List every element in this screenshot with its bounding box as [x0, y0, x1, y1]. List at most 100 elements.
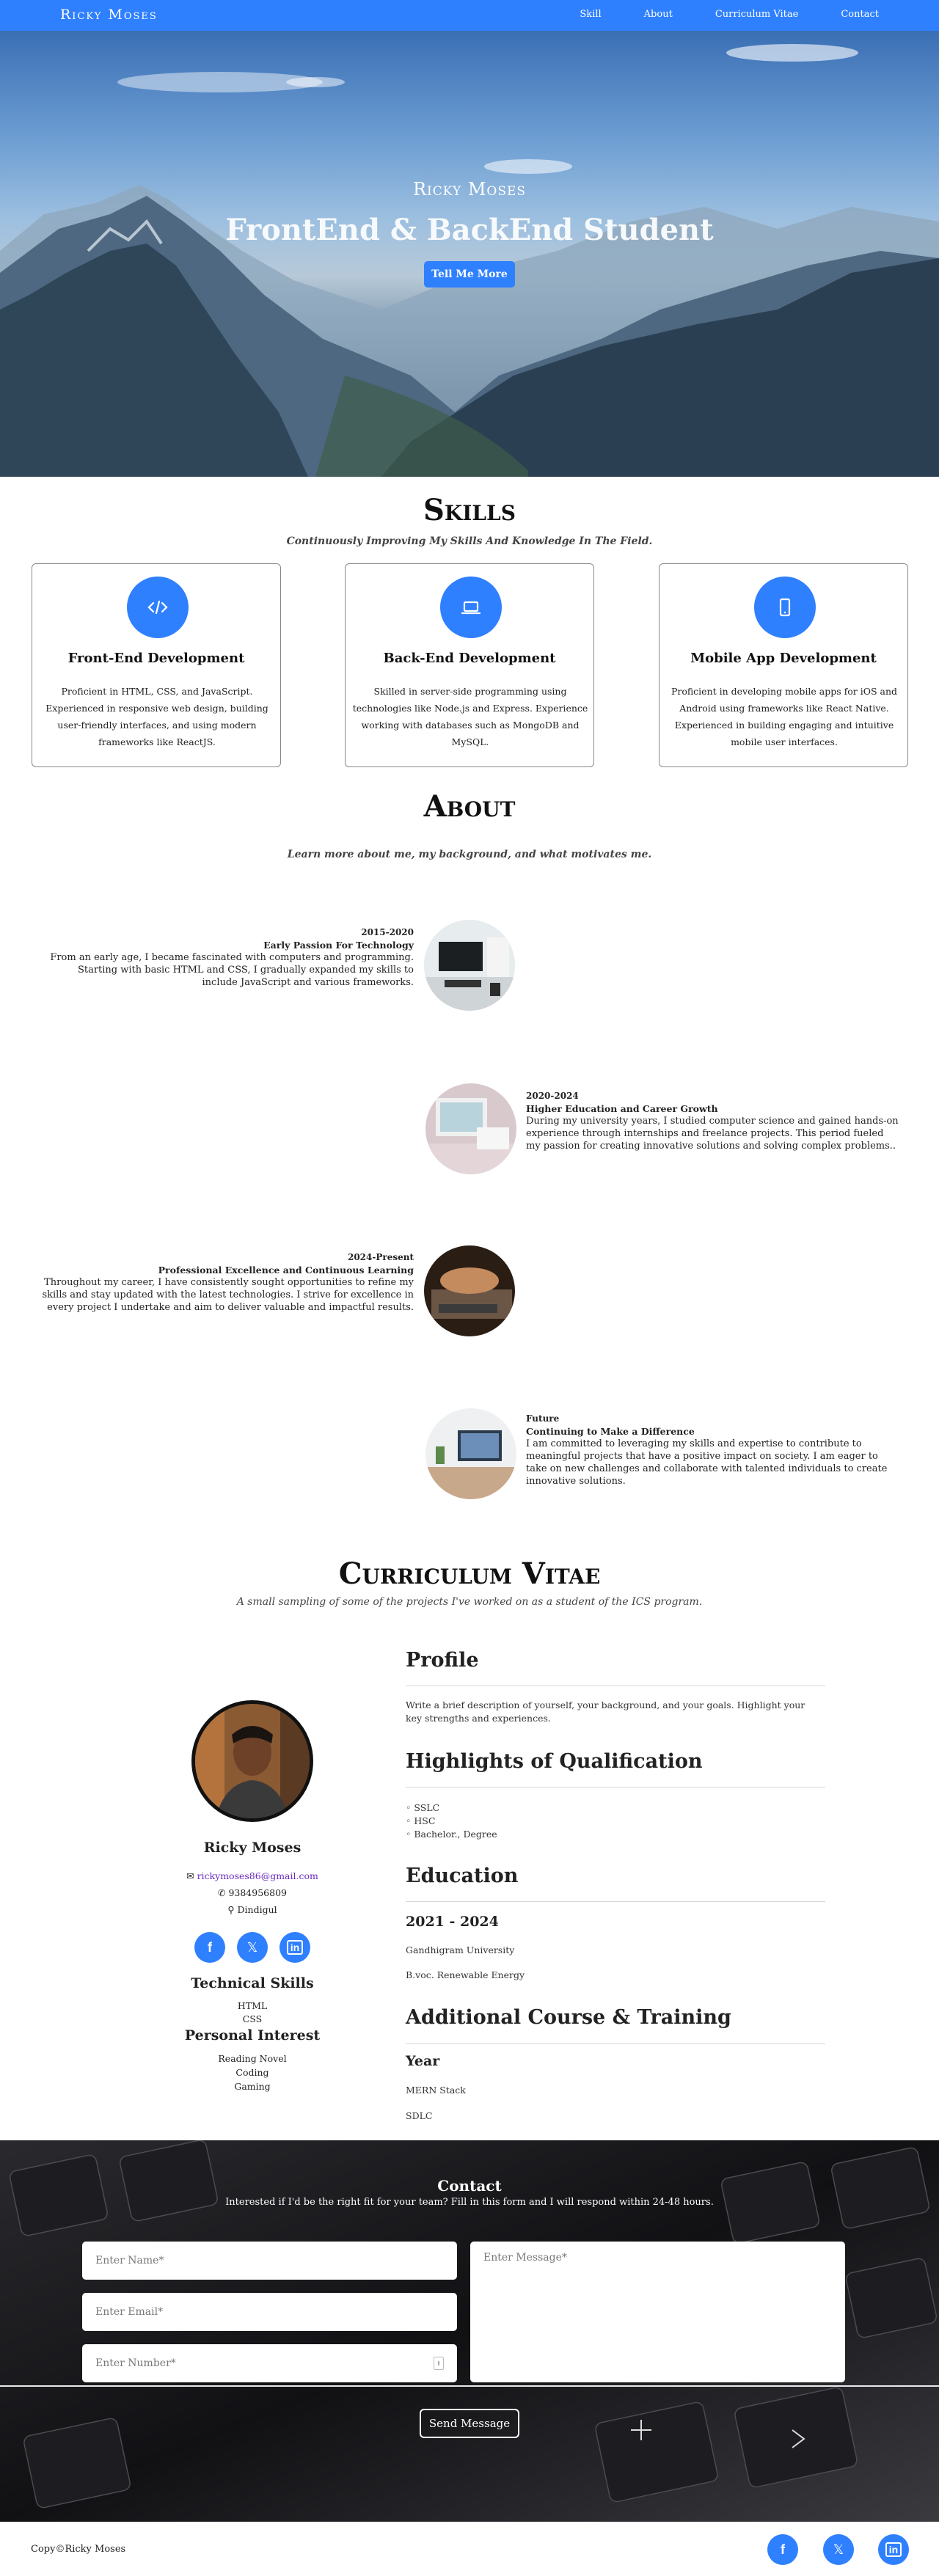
about-title: About [423, 789, 516, 824]
skills-title: Skills [423, 493, 516, 527]
qualification-item: ◦ SSLC [406, 1802, 440, 1813]
footer [0, 2522, 939, 2576]
timeline-heading: Professional Excellence and Continuous L… [158, 1265, 414, 1276]
timeline-year: 2020-2024 [526, 1091, 579, 1101]
facebook-icon[interactable]: f [194, 1932, 225, 1963]
number-input[interactable]: Enter Number* ⇕ [82, 2344, 457, 2382]
profile-text: Write a brief description of yourself, y… [406, 1699, 805, 1724]
timeline-image-workspace [425, 1408, 516, 1499]
timeline-image-laptop-pink [425, 1083, 516, 1174]
footer-linkedin-icon[interactable]: in [878, 2534, 909, 2565]
qualification-heading: Highlights of Qualification [406, 1750, 703, 1773]
cv-name: Ricky Moses [203, 1840, 302, 1856]
contact-subtitle: Interested if I'd be the right fit for y… [225, 2197, 714, 2208]
linkedin-icon[interactable]: in [279, 1932, 310, 1963]
education-heading: Education [406, 1865, 519, 1887]
cv-email-line: ✉ rickymoses86@gmail.com [179, 1870, 326, 1881]
technical-skills-heading: Technical Skills [191, 1975, 314, 1991]
timeline-heading: Higher Education and Career Growth [526, 1103, 718, 1114]
course-heading: Additional Course & Training [406, 2006, 731, 2029]
laptop-icon [440, 577, 502, 638]
skill-card-title: Mobile App Development [690, 651, 877, 666]
tell-me-more-button[interactable]: Tell Me More [424, 261, 515, 288]
education-school: Gandhigram University [406, 1944, 515, 1955]
qualification-item: ◦ HSC [406, 1815, 436, 1826]
nav-link-skill[interactable]: Skill [580, 9, 601, 20]
timeline-item: 2024-Present Professional Excellence and… [40, 1251, 414, 1314]
skill-card-text: Proficient in HTML, CSS, and JavaScript.… [45, 686, 268, 747]
skill-card-text: Proficient in developing mobile apps for… [671, 686, 898, 747]
skills-subtitle: Continuously Improving My Skills And Kno… [286, 535, 653, 547]
send-message-button[interactable]: Send Message [420, 2409, 519, 2438]
phone-icon: ✆ [218, 1887, 229, 1898]
qualification-item: ◦ Bachelor., Degree [406, 1829, 497, 1840]
copyright-text: Copy©Ricky Moses [31, 2544, 126, 2555]
email-input[interactable]: Enter Email* [82, 2293, 457, 2331]
timeline-item: 2015-2020 Early Passion For Technology F… [40, 926, 414, 989]
hero-title: FrontEnd & BackEnd Student [225, 213, 714, 247]
divider [406, 2043, 825, 2044]
nav-links: Skill About Curriculum Vitae Contact [537, 9, 879, 20]
timeline-year: Future [526, 1413, 560, 1424]
education-degree: B.voc. Renewable Energy [406, 1969, 525, 1980]
footer-facebook-icon[interactable]: f [767, 2534, 798, 2565]
course-item: MERN Stack [406, 2085, 466, 2096]
interest-item: Gaming [234, 2081, 271, 2092]
page: Ricky Moses Skill About Curriculum Vitae… [0, 0, 939, 2576]
location-pin-icon: ⚲ [227, 1904, 238, 1915]
code-icon [127, 577, 189, 638]
tech-skill-item: HTML [237, 2000, 268, 2011]
brand-logo[interactable]: Ricky Moses [60, 7, 158, 23]
mountain-landscape-image [0, 44, 939, 477]
cv-phone-line: ✆ 9384956809 [179, 1887, 326, 1898]
timeline-text: From an early age, I became fascinated w… [50, 952, 414, 988]
cv-phone: 9384956809 [228, 1887, 287, 1898]
timeline-image-desk [424, 920, 515, 1011]
nav-link-about[interactable]: About [644, 9, 673, 20]
contact-title: Contact [437, 2177, 502, 2195]
nav-link-contact[interactable]: Contact [841, 9, 879, 20]
profile-heading: Profile [406, 1649, 479, 1672]
number-spinner-icon[interactable]: ⇕ [434, 2357, 444, 2370]
cv-subtitle: A small sampling of some of the projects… [236, 1596, 703, 1608]
top-navbar: Ricky Moses Skill About Curriculum Vitae… [0, 0, 939, 31]
timeline-item: Future Continuing to Make a Difference I… [526, 1413, 900, 1488]
timeline-text: I am committed to leveraging my skills a… [526, 1438, 888, 1487]
profile-avatar [191, 1700, 313, 1822]
message-textarea[interactable]: Enter Message* [470, 2242, 845, 2382]
timeline-year: 2015-2020 [361, 927, 414, 937]
envelope-icon: ✉ [186, 1870, 197, 1881]
course-item: SDLC [406, 2110, 433, 2121]
name-input[interactable]: Enter Name* [82, 2242, 457, 2280]
hero-banner: Ricky Moses FrontEnd & BackEnd Student T… [0, 31, 939, 477]
mobile-icon [754, 577, 816, 638]
skill-card-title: Front-End Development [67, 651, 245, 666]
skill-card-title: Back-End Development [383, 651, 556, 666]
interest-item: Coding [235, 2067, 269, 2078]
cv-location: Dindigul [237, 1904, 277, 1915]
tech-skill-item: CSS [242, 2013, 263, 2024]
timeline-text: Throughout my career, I have consistentl… [42, 1277, 414, 1313]
hero-name: Ricky Moses [412, 179, 527, 200]
timeline-heading: Early Passion For Technology [263, 940, 414, 951]
number-placeholder: Enter Number* [95, 2357, 176, 2369]
nav-link-cv[interactable]: Curriculum Vitae [715, 9, 799, 20]
timeline-image-typing [424, 1245, 515, 1336]
personal-interest-heading: Personal Interest [184, 2027, 321, 2043]
timeline-heading: Continuing to Make a Difference [526, 1426, 695, 1437]
cv-title: Curriculum Vitae [338, 1556, 601, 1591]
divider [406, 1901, 825, 1902]
timeline-text: During my university years, I studied co… [526, 1116, 899, 1152]
interest-item: Reading Novel [218, 2053, 287, 2064]
footer-x-twitter-icon[interactable]: 𝕏 [823, 2534, 854, 2565]
skill-card-backend: Back-End Development Skilled in server-s… [345, 563, 594, 767]
x-twitter-icon[interactable]: 𝕏 [237, 1932, 268, 1963]
course-year: Year [406, 2053, 440, 2069]
timeline-year: 2024-Present [347, 1252, 414, 1262]
divider [406, 1787, 825, 1788]
skill-card-mobile: Mobile App Development Proficient in dev… [659, 563, 908, 767]
skill-card-text: Skilled in server-side programming using… [352, 686, 588, 747]
timeline-item: 2020-2024 Higher Education and Career Gr… [526, 1090, 900, 1152]
cv-email[interactable]: rickymoses86@gmail.com [197, 1870, 318, 1881]
education-years: 2021 - 2024 [406, 1914, 499, 1930]
